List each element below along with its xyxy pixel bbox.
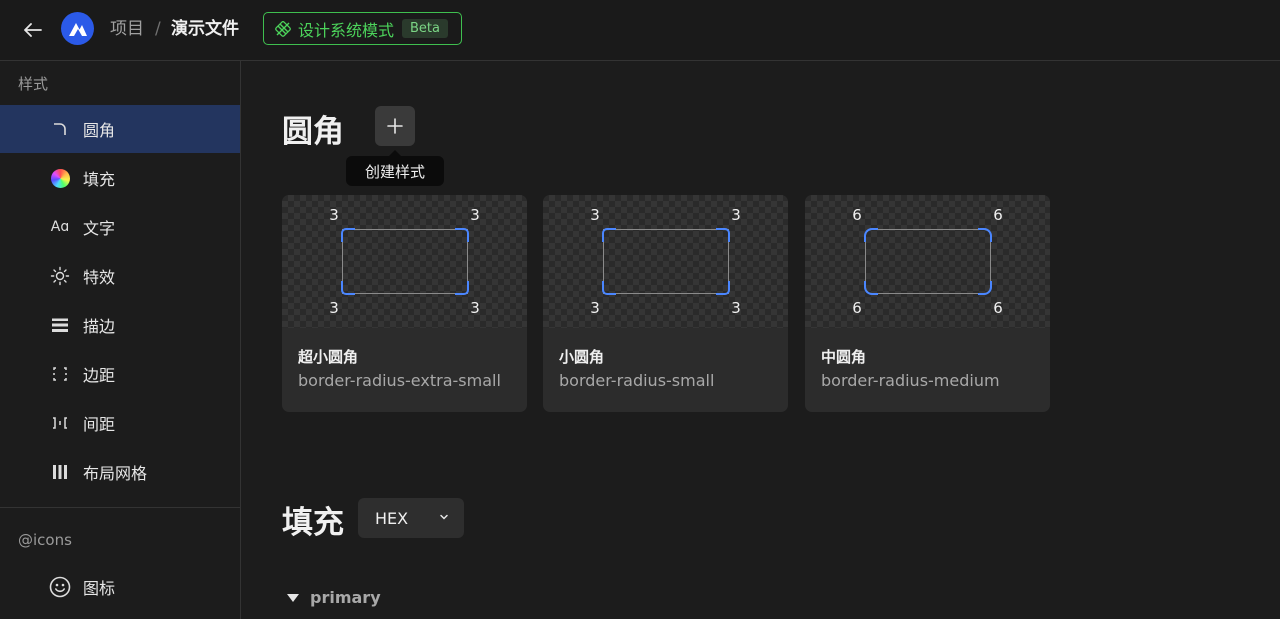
sidebar-item-label: 间距 <box>83 415 116 434</box>
sun-effect-icon <box>49 265 71 287</box>
app-logo-icon[interactable] <box>61 12 94 45</box>
color-group-primary[interactable]: primary <box>286 588 381 607</box>
fill-section-title: 填充 <box>282 505 344 541</box>
design-system-icon <box>275 20 291 37</box>
main-content: 圆角 创建样式 3 3 3 3 超小圆角 border-radius-extra… <box>241 61 1280 619</box>
sidebar-item-padding[interactable]: 边距 <box>0 350 240 398</box>
corner-handle[interactable] <box>602 281 616 295</box>
corner-radius-icon <box>49 118 71 140</box>
smiley-icon <box>49 576 71 598</box>
corner-handle[interactable] <box>864 228 878 242</box>
radius-preview: 3 3 3 3 <box>543 195 788 328</box>
top-bar: 项目 / 演示文件 设计系统模式 Beta <box>0 0 1280 61</box>
corner-handle[interactable] <box>978 228 992 242</box>
design-system-mode-label: 设计系统模式 <box>298 20 395 40</box>
breadcrumb-separator: / <box>155 19 161 39</box>
radius-card-extra-small[interactable]: 3 3 3 3 超小圆角 border-radius-extra-small <box>282 195 527 412</box>
radius-rect <box>603 229 729 294</box>
radius-card-medium[interactable]: 6 6 6 6 中圆角 border-radius-medium <box>805 195 1050 412</box>
beta-tag: Beta <box>402 19 448 38</box>
design-system-mode-badge[interactable]: 设计系统模式 Beta <box>263 12 462 45</box>
stroke-lines-icon <box>49 314 71 336</box>
corner-value-bottom-left: 3 <box>590 299 600 317</box>
radius-card-token: border-radius-medium <box>821 371 1000 390</box>
corner-value-top-right: 3 <box>470 206 480 224</box>
sidebar-item-icons[interactable]: 图标 <box>0 563 240 611</box>
sidebar-item-stroke[interactable]: 描边 <box>0 301 240 349</box>
radius-card-token: border-radius-extra-small <box>298 371 501 390</box>
sidebar-item-fill[interactable]: 填充 <box>0 154 240 202</box>
color-wheel-icon <box>49 167 71 189</box>
create-style-button[interactable] <box>375 106 415 146</box>
sidebar-item-label: 填充 <box>83 170 116 189</box>
radius-preview: 3 3 3 3 <box>282 195 527 328</box>
sidebar-item-label: 文字 <box>83 219 116 238</box>
corner-handle[interactable] <box>341 228 355 242</box>
sidebar: 样式 圆角 填充 Aɑ 文字 特效 描边 边距 间距 布局网格 @icons 图… <box>0 61 241 619</box>
corner-value-bottom-right: 6 <box>993 299 1003 317</box>
corner-value-bottom-left: 3 <box>329 299 339 317</box>
radius-card-name: 小圆角 <box>559 348 605 366</box>
color-group-name: primary <box>310 588 381 607</box>
radius-card-name: 超小圆角 <box>298 348 359 366</box>
radius-card-token: border-radius-small <box>559 371 715 390</box>
radius-card-small[interactable]: 3 3 3 3 小圆角 border-radius-small <box>543 195 788 412</box>
corner-handle[interactable] <box>455 281 469 295</box>
corner-handle[interactable] <box>602 228 616 242</box>
corner-value-top-left: 3 <box>590 206 600 224</box>
color-format-value: HEX <box>375 508 409 528</box>
layout-grid-icon <box>49 461 71 483</box>
radius-section-title: 圆角 <box>282 114 344 150</box>
radius-preview: 6 6 6 6 <box>805 195 1050 328</box>
corner-handle[interactable] <box>864 281 878 295</box>
radius-rect <box>865 229 991 294</box>
caret-down-icon <box>287 593 299 602</box>
text-aa-icon: Aɑ <box>50 219 70 235</box>
sidebar-item-label: 图标 <box>83 579 116 598</box>
sidebar-item-label: 边距 <box>83 366 116 385</box>
sidebar-item-radius[interactable]: 圆角 <box>0 105 240 153</box>
gap-icon <box>49 412 71 434</box>
chevron-down-icon <box>440 514 448 520</box>
radius-card-name: 中圆角 <box>821 348 867 366</box>
breadcrumb-file[interactable]: 演示文件 <box>171 18 239 40</box>
sidebar-item-label: 描边 <box>83 317 116 336</box>
back-arrow-icon[interactable] <box>20 17 46 43</box>
corner-value-bottom-left: 6 <box>852 299 862 317</box>
radius-rect <box>342 229 468 294</box>
sidebar-item-label: 特效 <box>83 268 116 287</box>
corner-value-bottom-right: 3 <box>470 299 480 317</box>
corner-handle[interactable] <box>716 281 730 295</box>
sidebar-item-text[interactable]: Aɑ 文字 <box>0 203 240 251</box>
corner-handle[interactable] <box>978 281 992 295</box>
sidebar-item-effects[interactable]: 特效 <box>0 252 240 300</box>
padding-icon <box>49 363 71 385</box>
sidebar-item-gap[interactable]: 间距 <box>0 399 240 447</box>
icons-heading: @icons <box>18 531 72 549</box>
sidebar-item-label: 布局网格 <box>83 464 148 483</box>
sidebar-item-layout-grid[interactable]: 布局网格 <box>0 448 240 496</box>
plus-icon <box>387 118 403 134</box>
create-style-tooltip: 创建样式 <box>346 150 444 186</box>
corner-value-bottom-right: 3 <box>731 299 741 317</box>
corner-value-top-right: 3 <box>731 206 741 224</box>
sidebar-item-label: 圆角 <box>83 121 116 140</box>
corner-value-top-left: 3 <box>329 206 339 224</box>
sidebar-divider <box>0 507 240 508</box>
corner-handle[interactable] <box>716 228 730 242</box>
corner-handle[interactable] <box>455 228 469 242</box>
corner-handle[interactable] <box>341 281 355 295</box>
breadcrumb-project[interactable]: 项目 <box>110 18 144 40</box>
styles-heading: 样式 <box>18 75 49 93</box>
color-format-select[interactable]: HEX <box>358 498 464 538</box>
corner-value-top-right: 6 <box>993 206 1003 224</box>
corner-value-top-left: 6 <box>852 206 862 224</box>
